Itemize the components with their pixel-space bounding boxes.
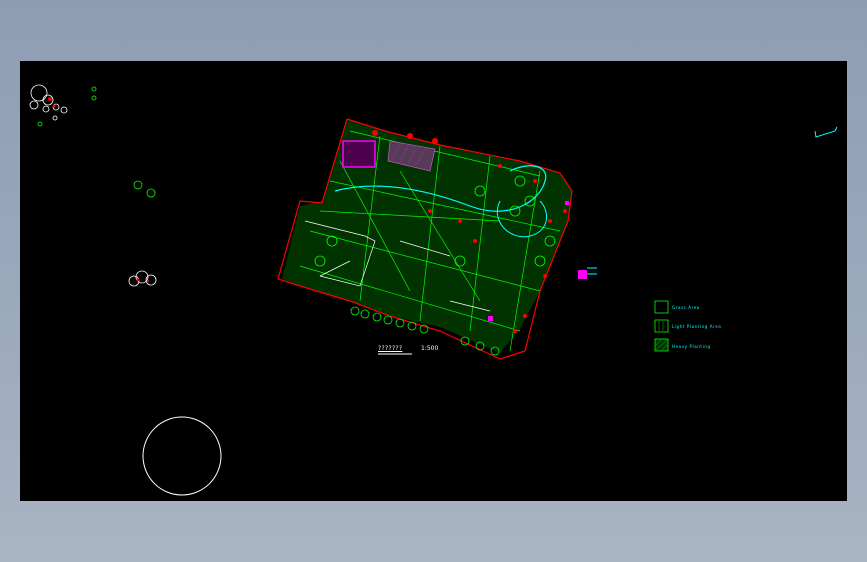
tree-symbol-cluster-top-left: [29, 84, 68, 121]
tree-symbol-cluster-left: [128, 270, 157, 287]
north-arrow-marker: [578, 267, 597, 279]
legend-label-heavy-planting: Heavy Planting: [672, 344, 711, 349]
legend-light-hatch: [658, 321, 664, 331]
legend-label-light-planting: Light Planting Area: [672, 324, 722, 329]
legend-swatch-grass: [654, 300, 669, 314]
large-circle-symbol: [142, 416, 222, 496]
legend-label-grass: Grass Area: [672, 305, 700, 310]
site-plan[interactable]: [277, 118, 573, 360]
legend: [654, 300, 669, 352]
corner-bracket: [814, 126, 838, 138]
scale-title: ???????: [378, 345, 403, 352]
scale-ratio: 1:500: [421, 345, 439, 352]
cad-drawing-canvas[interactable]: [20, 61, 847, 501]
red-markers-top-left: [48, 97, 56, 108]
cad-viewport[interactable]: ??????? 1:500 Grass Area Light Planting …: [20, 61, 847, 501]
highlighted-building[interactable]: [342, 140, 376, 168]
legend-swatch-light-planting: [654, 319, 669, 333]
tree-symbols-mid-left: [133, 180, 156, 198]
